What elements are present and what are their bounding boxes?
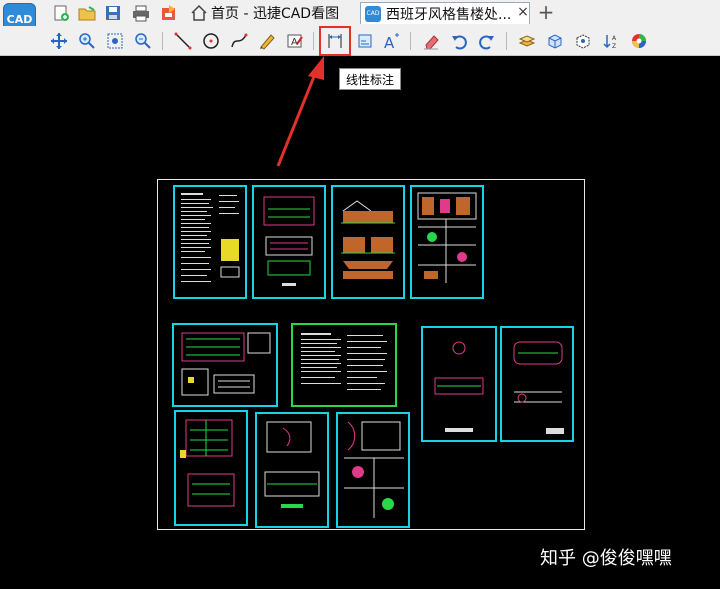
text-tool-icon[interactable]: A	[380, 30, 402, 52]
text-edit-icon[interactable]: A	[284, 30, 306, 52]
block-icon[interactable]	[572, 30, 594, 52]
toolbar-separator	[313, 32, 314, 50]
polyline-tool-icon[interactable]	[228, 30, 250, 52]
print-icon[interactable]	[132, 4, 150, 22]
toolbar-separator	[410, 32, 411, 50]
pan-icon[interactable]	[48, 30, 70, 52]
drawing-frame[interactable]	[157, 179, 585, 530]
zoom-window-icon[interactable]	[104, 30, 126, 52]
watermark: 知乎 @俊俊嘿嘿	[540, 548, 672, 569]
tab-home-label: 首页 - 迅捷CAD看图	[211, 6, 340, 22]
tab-close-button[interactable]: ×	[516, 2, 530, 22]
toolbar-separator	[506, 32, 507, 50]
drawing-sheet[interactable]	[410, 185, 484, 299]
measure-area-icon[interactable]	[354, 30, 376, 52]
open-folder-icon[interactable]	[78, 4, 96, 22]
drawing-sheet[interactable]	[291, 323, 397, 407]
tab-document[interactable]: CAD 西班牙风格售楼处...	[360, 2, 530, 24]
line-tool-icon[interactable]	[172, 30, 194, 52]
save-icon[interactable]	[104, 4, 122, 22]
tab-document-label: 西班牙风格售楼处...	[386, 6, 512, 23]
zoom-in-icon[interactable]	[76, 30, 98, 52]
pencil-tool-icon[interactable]	[256, 30, 278, 52]
drawing-sheet[interactable]	[336, 412, 410, 528]
drawing-sheet[interactable]	[331, 185, 405, 299]
export-icon[interactable]	[160, 4, 178, 22]
undo-icon[interactable]	[448, 30, 470, 52]
drawing-sheet[interactable]	[172, 323, 278, 407]
new-tab-button[interactable]: +	[536, 0, 556, 24]
eraser-icon[interactable]	[420, 30, 442, 52]
sort-icon[interactable]: AZ	[600, 30, 622, 52]
new-file-icon[interactable]	[52, 4, 70, 22]
drawing-sheet[interactable]	[252, 185, 326, 299]
home-icon	[190, 4, 208, 22]
zoom-extents-icon[interactable]	[132, 30, 154, 52]
svg-text:A: A	[612, 35, 617, 42]
svg-text:A: A	[384, 34, 395, 50]
3d-view-icon[interactable]	[544, 30, 566, 52]
toolbar: A A AZ	[0, 26, 720, 56]
tooltip: 线性标注	[339, 68, 402, 90]
drawing-sheet[interactable]	[500, 326, 574, 442]
tab-home[interactable]: 首页 - 迅捷CAD看图	[188, 2, 360, 24]
toolbar-separator	[162, 32, 163, 50]
highlight-box	[319, 26, 351, 56]
drawing-sheet[interactable]	[173, 185, 247, 299]
drawing-sheet[interactable]	[174, 410, 248, 526]
cad-file-icon: CAD	[365, 5, 381, 22]
redo-icon[interactable]	[476, 30, 498, 52]
title-bar: CAD 首页 - 迅捷CAD看图 CAD 西班牙风格售楼处... × +	[0, 0, 720, 36]
drawing-sheet[interactable]	[421, 326, 497, 442]
circle-tool-icon[interactable]	[200, 30, 222, 52]
layer-icon[interactable]	[516, 30, 538, 52]
color-wheel-icon[interactable]	[628, 30, 650, 52]
svg-text:Z: Z	[612, 43, 616, 50]
drawing-sheet[interactable]	[255, 412, 329, 528]
